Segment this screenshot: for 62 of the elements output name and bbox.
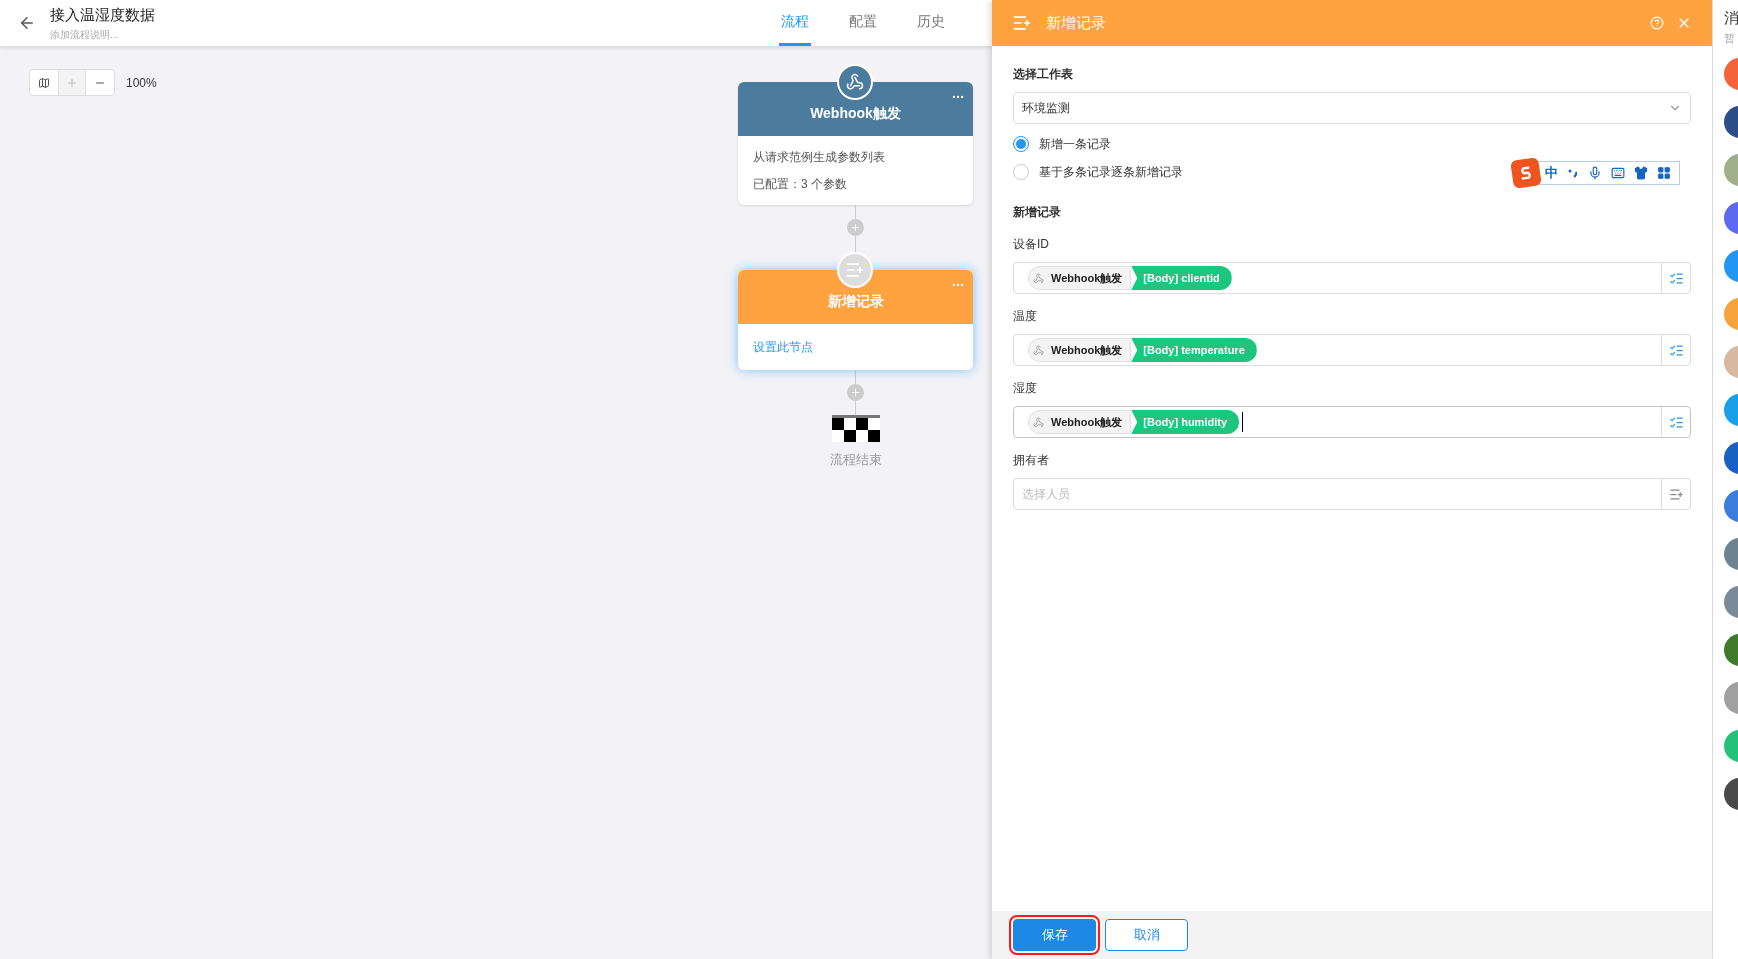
- token-field[interactable]: Webhook触发 [Body] temperature: [1013, 334, 1691, 366]
- cancel-button[interactable]: 取消: [1105, 919, 1188, 951]
- add-node-button[interactable]: [847, 219, 864, 236]
- ime-mode-toggle[interactable]: 中: [1545, 163, 1558, 183]
- node-text: 已配置：3 个参数: [753, 176, 848, 193]
- token-field[interactable]: Webhook触发 [Body] clientid: [1013, 262, 1691, 294]
- help-icon[interactable]: [1650, 16, 1664, 30]
- text-cursor: [1242, 412, 1243, 432]
- configure-link[interactable]: 设置此节点: [753, 340, 813, 354]
- tab[interactable]: 历史: [915, 0, 947, 46]
- section-label: 新增记录: [1013, 204, 1062, 221]
- map-icon: [38, 76, 50, 89]
- zoom-reading: 100%: [126, 74, 157, 92]
- token-field[interactable]: Webhook触发 [Body] humidity: [1013, 406, 1691, 438]
- checkered-flag-icon: [831, 415, 880, 442]
- list-check-icon: [1668, 270, 1684, 286]
- shirt-icon[interactable]: [1634, 166, 1648, 180]
- field-label: 温度: [1013, 308, 1038, 325]
- plus-icon: [850, 387, 861, 398]
- list-check-icon: [1668, 342, 1684, 358]
- list-check-icon: [1668, 414, 1684, 430]
- add-node-button[interactable]: [847, 384, 864, 401]
- plus-icon: [66, 76, 78, 89]
- panel-title: 新增记录: [1046, 12, 1106, 33]
- flow-title: 接入温湿度数据: [50, 5, 155, 26]
- sidebar-subtitle: 暂: [1724, 30, 1736, 46]
- flow-node-card[interactable]: 新增记录 设置此节点: [738, 270, 973, 370]
- webhook-icon: [1033, 416, 1044, 428]
- sidebar-title: 消: [1724, 8, 1738, 28]
- tab[interactable]: 配置: [847, 0, 879, 46]
- node-text: 从请求范例生成参数列表: [753, 149, 886, 166]
- list-add-icon: [1668, 486, 1684, 502]
- back-icon[interactable]: [18, 14, 36, 32]
- webhook-icon: [1033, 272, 1044, 284]
- field-label: 拥有者: [1013, 452, 1050, 469]
- node-title: 新增记录: [827, 292, 884, 311]
- grid-icon[interactable]: [1657, 166, 1671, 180]
- webhook-icon: [1033, 344, 1044, 356]
- plus-icon: [850, 222, 861, 233]
- source-tag: Webhook触发: [1028, 266, 1132, 290]
- section-label: 选择工作表: [1013, 66, 1074, 83]
- param-tag: [Body] temperature: [1131, 338, 1257, 362]
- list-add-icon: [1012, 13, 1032, 33]
- microphone-icon[interactable]: [1588, 166, 1602, 180]
- list-add-icon: [837, 252, 873, 288]
- param-tag: [Body] clientid: [1131, 266, 1232, 290]
- source-tag: Webhook触发: [1028, 338, 1132, 362]
- tab[interactable]: 流程: [779, 0, 811, 46]
- radio-label: 基于多条记录逐条新增记录: [1039, 164, 1183, 181]
- source-tag: Webhook触发: [1028, 410, 1132, 434]
- flow-description[interactable]: 添加流程说明...: [50, 26, 155, 42]
- radio-label: 新增一条记录: [1039, 136, 1111, 153]
- param-tag: [Body] humidity: [1131, 410, 1239, 434]
- field-label: 设备ID: [1013, 236, 1050, 253]
- keyboard-icon[interactable]: [1611, 166, 1625, 180]
- field-label: 湿度: [1013, 380, 1038, 397]
- flow-node-card[interactable]: Webhook触发 从请求范例生成参数列表 已配置：3 个参数: [738, 82, 973, 205]
- worksheet-select[interactable]: 环境监测: [1013, 92, 1691, 124]
- end-label: 流程结束: [829, 451, 882, 469]
- node-title: Webhook触发: [810, 104, 901, 123]
- punctuation-icon[interactable]: [1567, 167, 1579, 179]
- webhook-icon: [837, 64, 873, 100]
